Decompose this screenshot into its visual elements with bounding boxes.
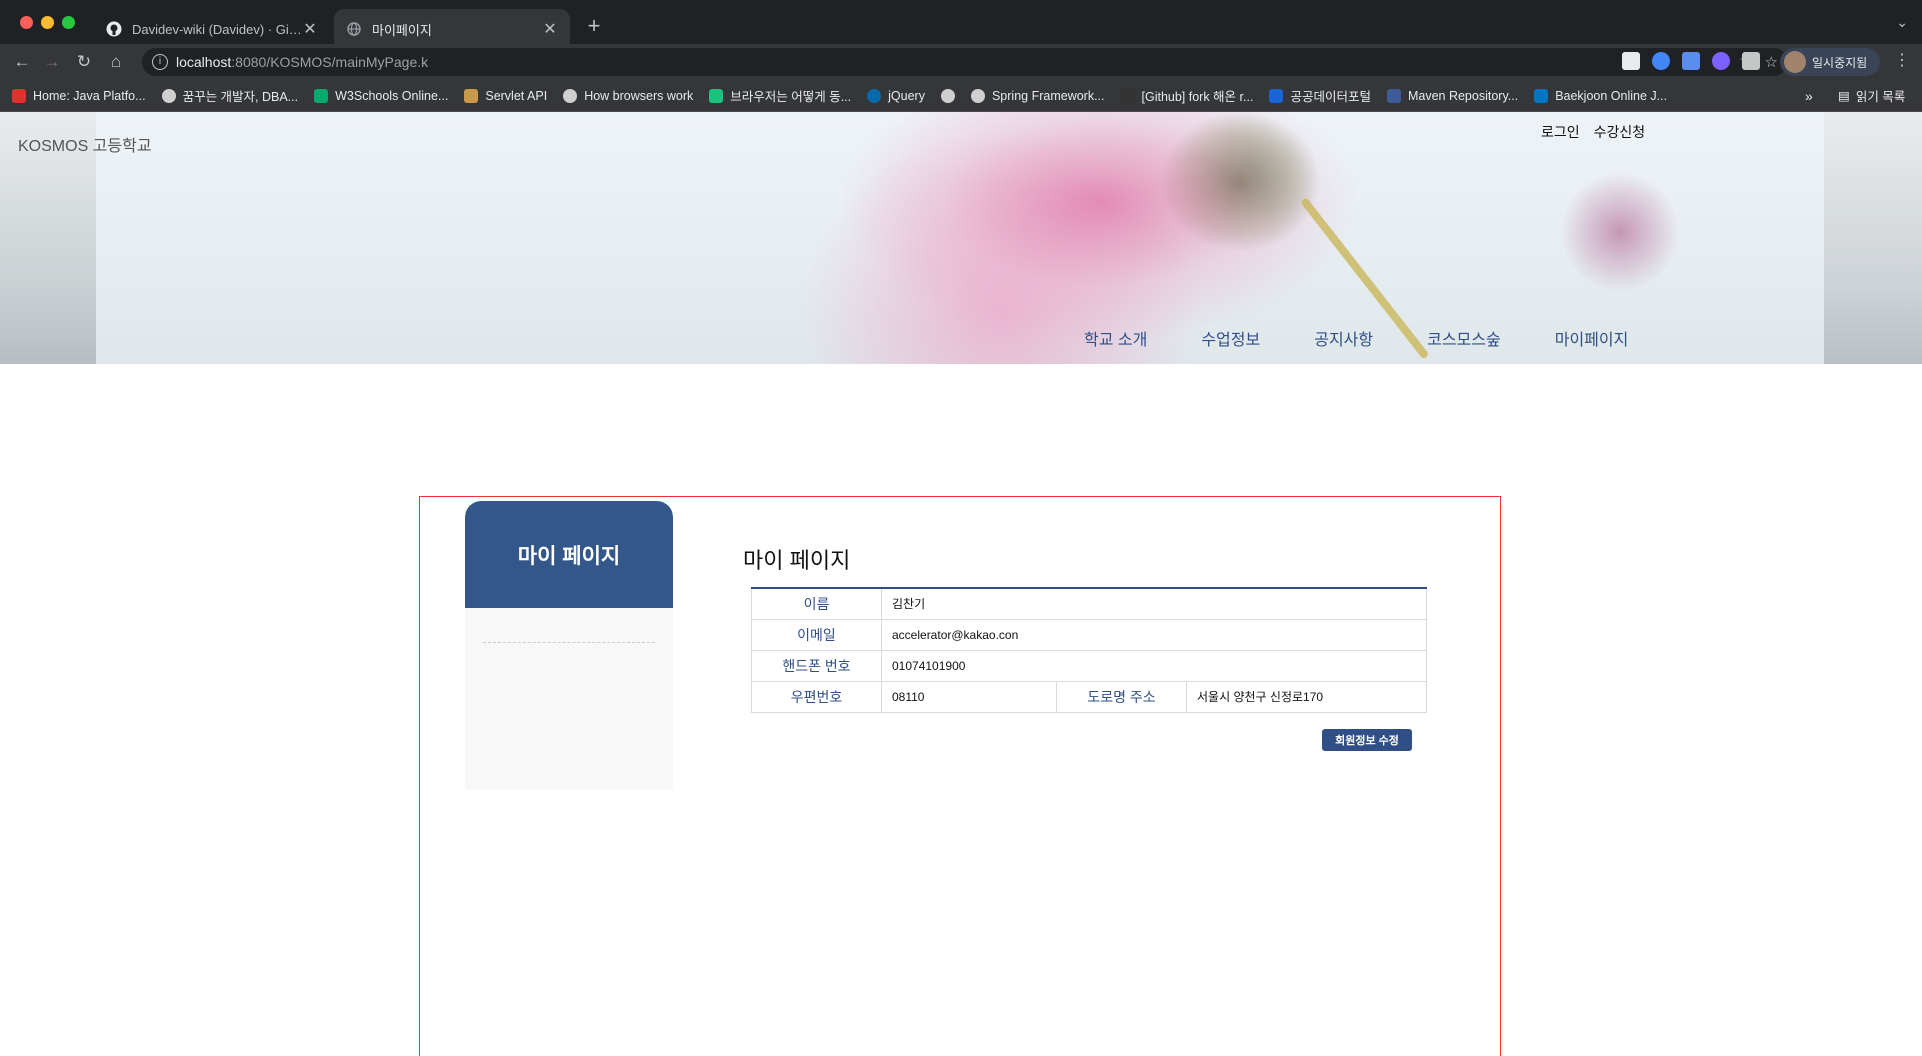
- bookmarks-bar: Home: Java Platfo... 꿈꾸는 개발자, DBA... W3S…: [0, 80, 1922, 112]
- back-arrow-icon[interactable]: ←: [10, 50, 34, 74]
- banner-right-edge: [1824, 112, 1922, 364]
- tab-title: Davidev-wiki (Davidev) · GitHub: [132, 21, 302, 37]
- table-row: 이름 김찬기: [751, 587, 1427, 620]
- extension-icon[interactable]: [1652, 52, 1670, 70]
- nav-cosmos-forest[interactable]: 코스모스숲: [1427, 326, 1501, 350]
- email-value: accelerator@kakao.con: [881, 618, 1427, 651]
- table-row: 핸드폰 번호 01074101900: [751, 649, 1427, 682]
- bookmark-favicon-icon: [1269, 88, 1284, 103]
- enrollment-link[interactable]: 수강신청: [1594, 122, 1646, 142]
- nav-notices[interactable]: 공지사항: [1314, 326, 1373, 350]
- more-menu-icon[interactable]: ⋮: [1894, 50, 1910, 70]
- header-banner: KOSMOS 고등학교 로그인 수강신청 학교 소개 수업정보 공지사항 코스모…: [0, 112, 1922, 364]
- site-info-icon[interactable]: i: [152, 54, 168, 70]
- avatar: [1784, 51, 1806, 73]
- bookmark-item[interactable]: Spring Framework...: [970, 88, 1105, 103]
- address-bar[interactable]: i localhost:8080/KOSMOS/mainMyPage.k ⚲ ⇪…: [142, 48, 1788, 76]
- bookmark-favicon-icon: [970, 88, 985, 103]
- tab-strip: Davidev-wiki (Davidev) · GitHub ✕ 마이페이지 …: [0, 0, 1922, 49]
- bookmark-item[interactable]: Baekjoon Online J...: [1534, 88, 1667, 103]
- bookmark-item[interactable]: W3Schools Online...: [314, 88, 448, 103]
- bookmark-favicon-icon: [314, 88, 329, 103]
- close-window-button[interactable]: [20, 16, 33, 29]
- bookmark-favicon-icon: [1386, 88, 1401, 103]
- bookmark-item[interactable]: 공공데이터포털: [1269, 86, 1371, 105]
- bookmark-favicon-icon: [464, 88, 479, 103]
- translate-extension-icon[interactable]: [1682, 52, 1700, 70]
- phone-label: 핸드폰 번호: [751, 649, 882, 682]
- bookmark-item[interactable]: jQuery: [867, 88, 925, 103]
- name-value: 김찬기: [881, 587, 1427, 620]
- bookmark-item[interactable]: [940, 88, 955, 103]
- bookmark-item[interactable]: How browsers work: [563, 88, 693, 103]
- tab-github[interactable]: Davidev-wiki (Davidev) · GitHub ✕: [94, 9, 330, 49]
- globe-icon: [346, 21, 362, 37]
- bookmark-favicon-icon: [709, 88, 724, 103]
- page-title: 마이 페이지: [743, 548, 851, 573]
- nav-school-intro[interactable]: 학교 소개: [1084, 326, 1147, 350]
- sidebar-title: 마이 페이지: [465, 501, 673, 608]
- bookmark-favicon-icon: [1534, 88, 1549, 103]
- bookmark-item[interactable]: 브라우저는 어떻게 동...: [709, 86, 851, 105]
- reading-list-button[interactable]: ▤ 읽기 목록: [1838, 86, 1905, 105]
- profile-button[interactable]: 일시중지됨: [1780, 48, 1880, 76]
- address-url[interactable]: localhost:8080/KOSMOS/mainMyPage.k: [176, 54, 428, 70]
- close-tab-icon[interactable]: ✕: [302, 19, 318, 39]
- bookmark-favicon-icon: [12, 88, 26, 103]
- close-tab-icon[interactable]: ✕: [542, 19, 558, 39]
- email-label: 이메일: [751, 618, 882, 651]
- bookmark-item[interactable]: Maven Repository...: [1386, 88, 1518, 103]
- profile-label: 일시중지됨: [1812, 55, 1868, 70]
- nav-mypage[interactable]: 마이페이지: [1555, 326, 1629, 350]
- notion-extension-icon[interactable]: [1622, 52, 1640, 70]
- sidebar: 마이 페이지: [465, 501, 673, 789]
- top-links: 로그인 수강신청: [1541, 122, 1645, 142]
- table-row: 이메일 accelerator@kakao.con: [751, 618, 1427, 651]
- edit-member-info-button[interactable]: 회원정보 수정: [1322, 729, 1412, 751]
- reading-list-icon: ▤: [1838, 89, 1850, 103]
- reload-icon[interactable]: ↻: [72, 50, 96, 74]
- bookmark-star-icon[interactable]: ☆: [1765, 53, 1778, 71]
- name-label: 이름: [751, 587, 882, 620]
- forward-arrow-icon[interactable]: →: [40, 50, 64, 74]
- phone-value: 01074101900: [881, 649, 1427, 682]
- tab-mypage[interactable]: 마이페이지 ✕: [334, 9, 570, 49]
- bookmark-item[interactable]: Home: Java Platfo...: [12, 88, 146, 103]
- bookmark-favicon-icon: [867, 88, 882, 103]
- github-icon: [106, 21, 122, 37]
- bookmark-favicon-icon: [563, 88, 578, 103]
- web-page: KOSMOS 고등학교 로그인 수강신청 학교 소개 수업정보 공지사항 코스모…: [0, 112, 1922, 1056]
- school-logo-text[interactable]: KOSMOS 고등학교: [18, 132, 152, 156]
- tab-title: 마이페이지: [372, 22, 432, 38]
- bookmark-item[interactable]: Servlet API: [464, 88, 547, 103]
- zip-value: 08110: [881, 680, 1057, 713]
- login-link[interactable]: 로그인: [1541, 122, 1580, 142]
- home-icon[interactable]: ⌂: [104, 50, 128, 74]
- address-label: 도로명 주소: [1056, 680, 1187, 713]
- nav-class-info[interactable]: 수업정보: [1201, 326, 1260, 350]
- bookmark-item[interactable]: [Github] fork 해온 r...: [1120, 86, 1253, 105]
- maximize-window-button[interactable]: [62, 16, 75, 29]
- sidebar-divider: [483, 642, 655, 643]
- browser-toolbar: ← → ↻ ⌂ i localhost:8080/KOSMOS/mainMyPa…: [0, 44, 1922, 80]
- bookmark-favicon-icon: [1120, 88, 1135, 103]
- bookmark-item[interactable]: 꿈꾸는 개발자, DBA...: [161, 86, 298, 105]
- main-nav: 학교 소개 수업정보 공지사항 코스모스숲 마이페이지: [1084, 326, 1682, 350]
- bookmark-favicon-icon: [161, 88, 176, 103]
- more-bookmarks-icon[interactable]: »: [1805, 88, 1813, 104]
- table-row: 우편번호 08110 도로명 주소 서울시 양천구 신정로170: [751, 680, 1427, 713]
- zip-label: 우편번호: [751, 680, 882, 713]
- minimize-window-button[interactable]: [41, 16, 54, 29]
- new-tab-button[interactable]: +: [582, 14, 606, 38]
- member-info-table: 이름 김찬기 이메일 accelerator@kakao.con 핸드폰 번호 …: [751, 587, 1427, 713]
- puzzle-extensions-icon[interactable]: [1742, 52, 1760, 70]
- browser-chrome: Davidev-wiki (Davidev) · GitHub ✕ 마이페이지 …: [0, 0, 1922, 112]
- bookmark-favicon-icon: [940, 88, 955, 103]
- content-container: 마이 페이지 마이 페이지 이름 김찬기 이메일 accelerator@kak…: [419, 496, 1501, 1056]
- extension-icon[interactable]: [1712, 52, 1730, 70]
- address-value: 서울시 양천구 신정로170: [1186, 680, 1427, 713]
- tab-search-chevron-icon[interactable]: ⌄: [1896, 14, 1908, 31]
